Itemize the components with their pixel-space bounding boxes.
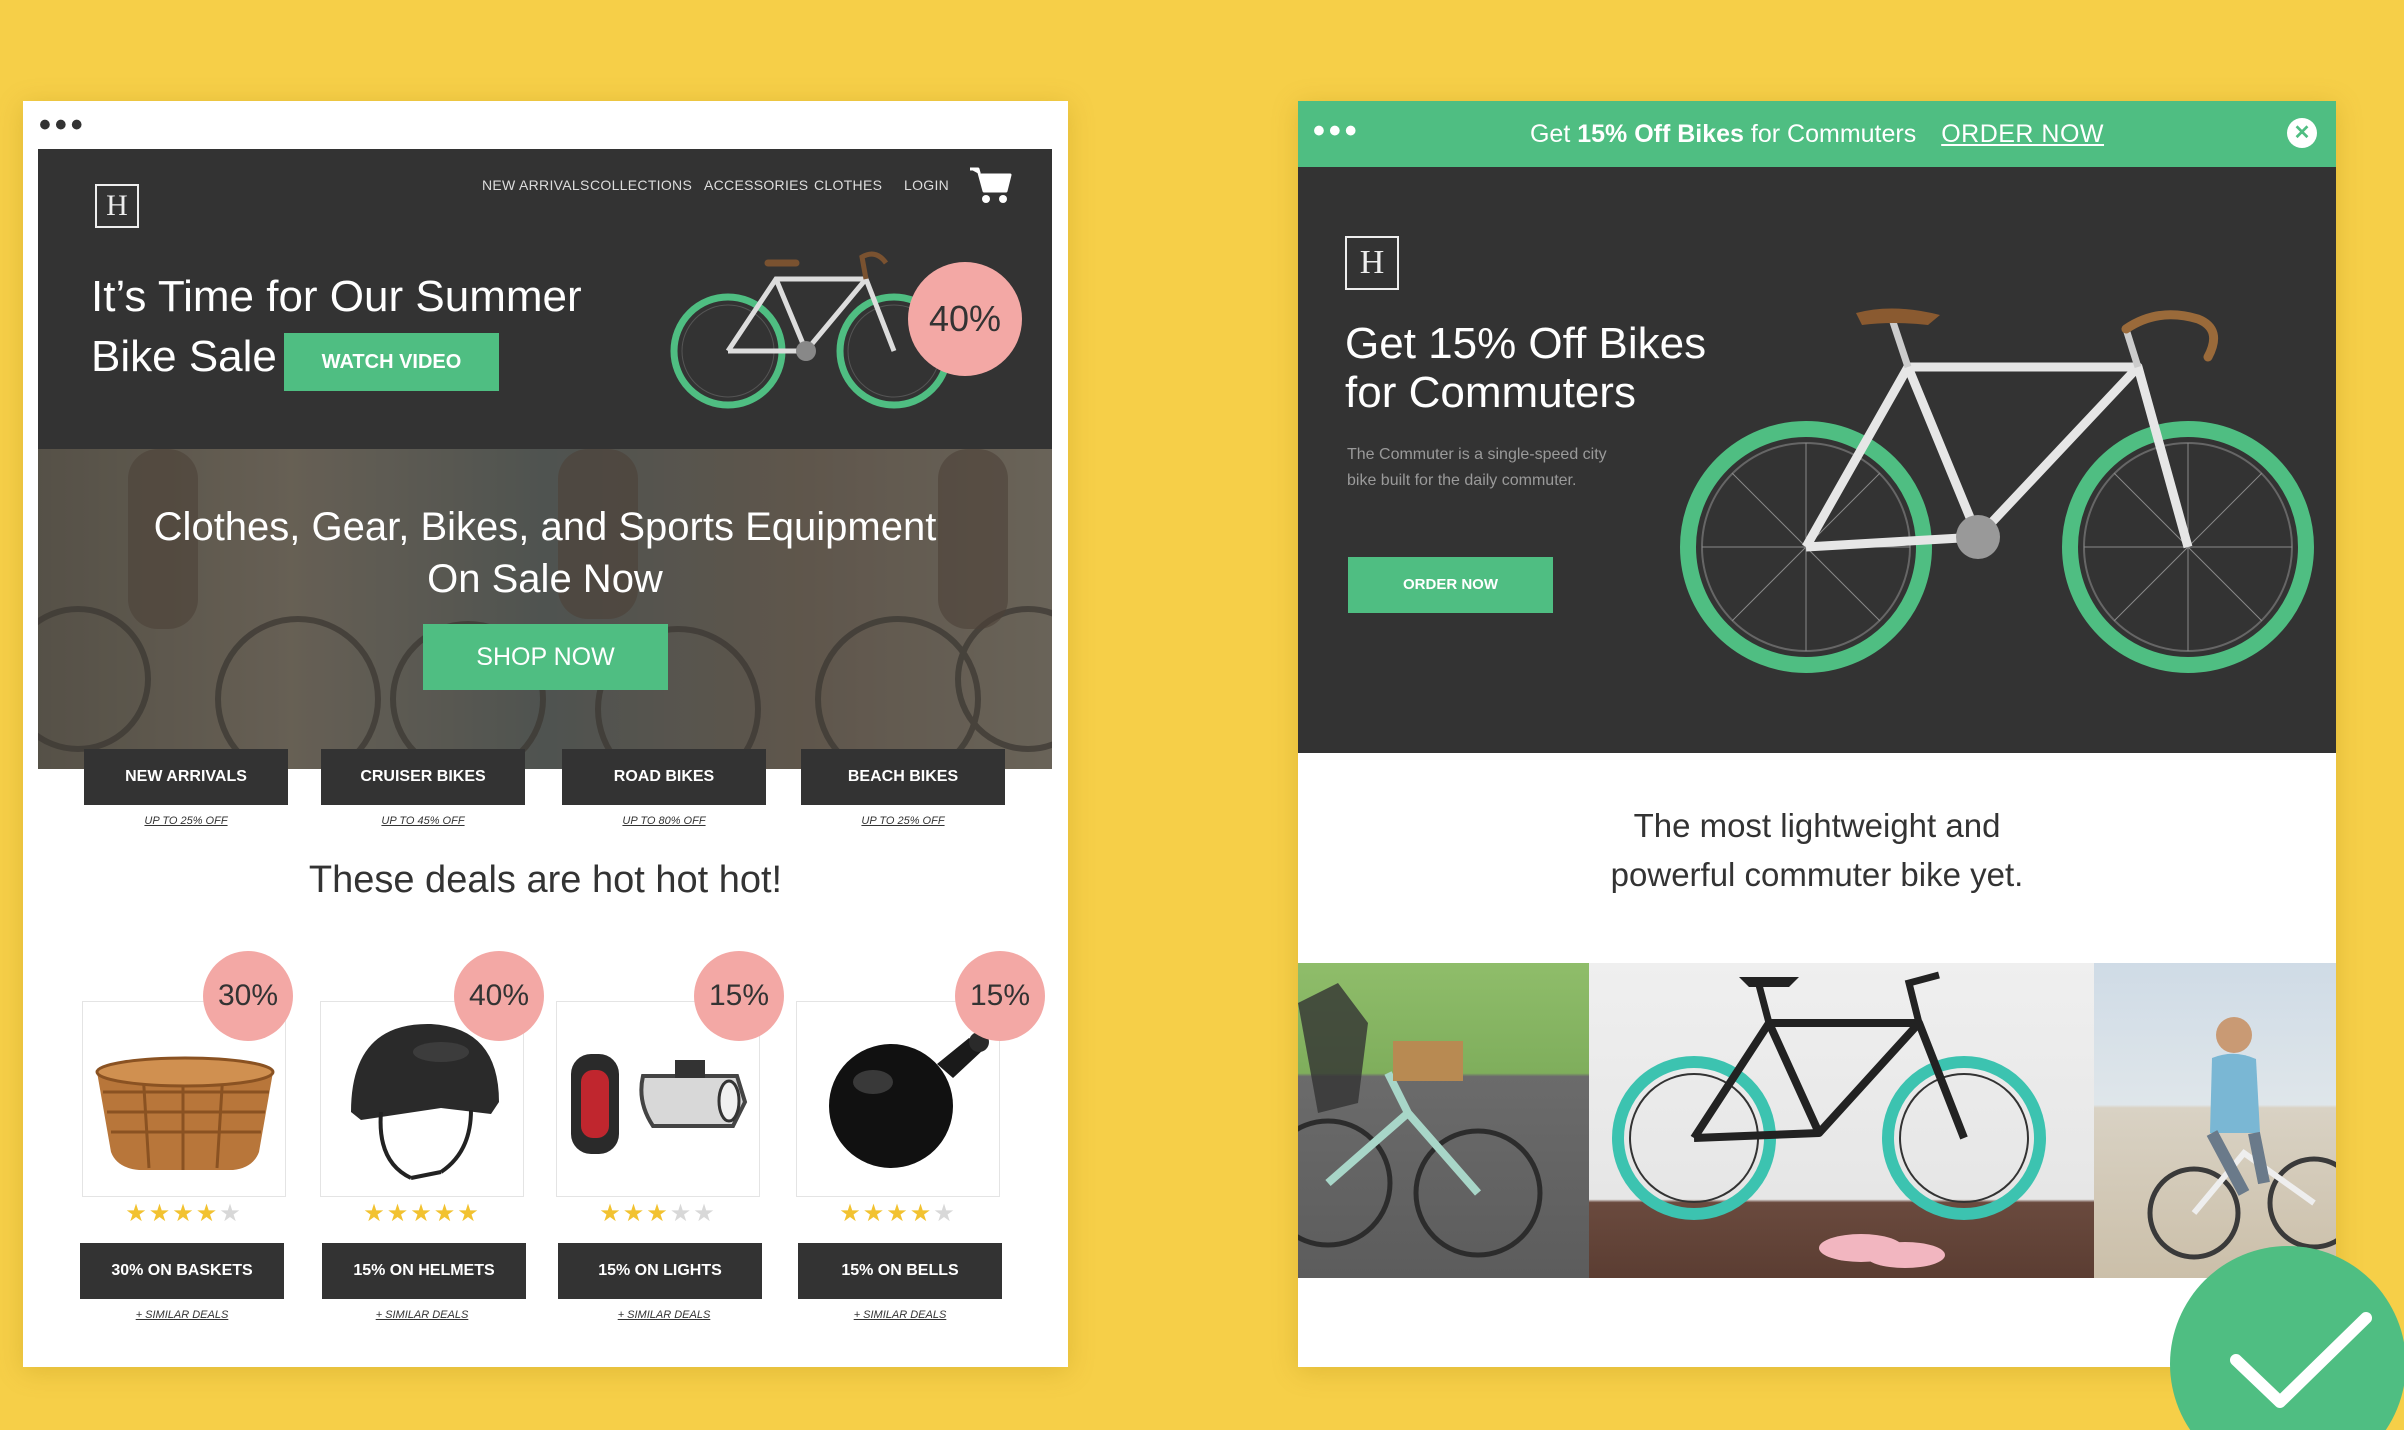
star-rating: ★★★★★ [599,1200,717,1227]
shop-now-button[interactable]: SHOP NOW [423,624,668,690]
star-rating: ★★★★★ [125,1200,243,1227]
discount-badge: 30% [203,951,293,1041]
bells-deal-button[interactable]: 15% ON BELLS [798,1243,1002,1299]
category-new-arrivals-button[interactable]: NEW ARRIVALS [84,749,288,805]
right-page-mockup: ••• Get 15% Off Bikes for Commuters ORDE… [1298,101,2336,1367]
star-rating: ★★★★★ [839,1200,957,1227]
nav-clothes[interactable]: CLOTHES [814,177,882,193]
left-page-mockup: ••• H NEW ARRIVALS COLLECTIONS ACCESSORI… [23,101,1068,1367]
similar-deals-link[interactable]: + SIMILAR DEALS [798,1309,1002,1321]
category-beach-bikes-button[interactable]: BEACH BIKES [801,749,1005,805]
category-discount-link[interactable]: UP TO 25% OFF [801,815,1005,827]
man-cycling-photo [2094,963,2336,1278]
discount-badge: 40% [908,262,1022,376]
hero-description: The Commuter is a single-speed city bike… [1347,446,1607,489]
category-road-bikes-button[interactable]: ROAD BIKES [562,749,766,805]
similar-deals-link[interactable]: + SIMILAR DEALS [562,1309,766,1321]
category-cruiser-bikes-button[interactable]: CRUISER BIKES [321,749,525,805]
banner-overlay [38,449,1052,769]
checkmark-icon [2170,1246,2404,1430]
promo-order-now-link[interactable]: ORDER NOW [1941,120,2104,148]
black-bike-photo [1589,963,2094,1278]
similar-deals-link[interactable]: + SIMILAR DEALS [320,1309,524,1321]
bike-bell-icon [829,1032,989,1168]
promo-text: Get 15% Off Bikes for Commuters ORDER NO… [1529,120,2105,148]
window-dots: ••• [39,106,87,144]
sale-banner: Clothes, Gear, Bikes, and Sports Equipme… [38,449,1052,769]
hero-section: H Get 15% Off Bikes for Commuters The Co… [1298,167,2336,753]
logo[interactable]: H [1345,236,1399,290]
discount-badge: 15% [694,951,784,1041]
nav-login[interactable]: LOGIN [904,177,949,193]
watch-video-button[interactable]: WATCH VIDEO [284,333,499,391]
banner-headline: Clothes, Gear, Bikes, and Sports Equipme… [153,505,937,601]
product-card[interactable] [796,1001,1000,1197]
logo[interactable]: H [95,184,139,228]
woman-cycling-photo [1298,963,1589,1278]
close-icon[interactable]: ✕ [2287,118,2317,148]
nav-collections[interactable]: COLLECTIONS [590,177,692,193]
baskets-deal-button[interactable]: 30% ON BASKETS [80,1243,284,1299]
star-rating: ★★★★★ [363,1200,481,1227]
order-now-button[interactable]: ORDER NOW [1348,557,1553,613]
nav-new-arrivals[interactable]: NEW ARRIVALS [482,177,590,193]
tagline: The most lightweight and powerful commut… [1610,807,2024,893]
similar-deals-link[interactable]: + SIMILAR DEALS [80,1309,284,1321]
promo-bar: ••• Get 15% Off Bikes for Commuters ORDE… [1298,101,2336,167]
lights-deal-button[interactable]: 15% ON LIGHTS [558,1243,762,1299]
category-discount-link[interactable]: UP TO 45% OFF [321,815,525,827]
nav-accessories[interactable]: ACCESSORIES [704,177,808,193]
category-discount-link[interactable]: UP TO 80% OFF [562,815,766,827]
hero-section: H NEW ARRIVALS COLLECTIONS ACCESSORIES C… [38,149,1052,449]
deals-heading: These deals are hot hot hot! [308,859,783,901]
discount-badge: 40% [454,951,544,1041]
commuter-bike-image [1680,308,2314,673]
discount-badge: 15% [955,951,1045,1041]
cart-icon[interactable] [968,165,1012,205]
helmets-deal-button[interactable]: 15% ON HELMETS [322,1243,526,1299]
category-discount-link[interactable]: UP TO 25% OFF [84,815,288,827]
